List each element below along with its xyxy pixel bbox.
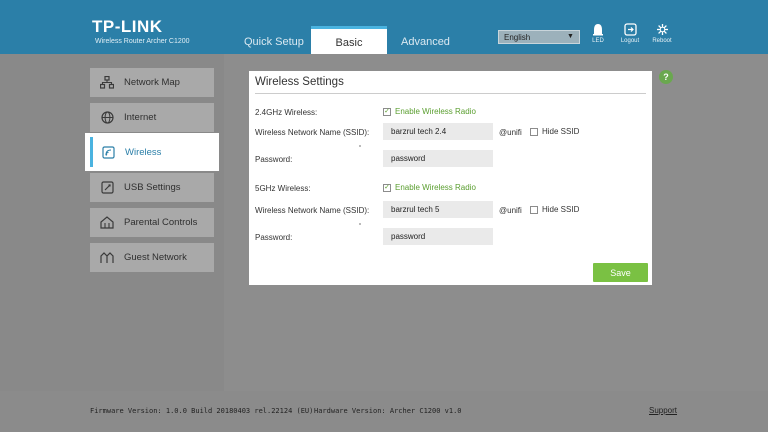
sidebar-item-label: Internet (124, 112, 157, 123)
sidebar-item-usb-settings[interactable]: USB Settings (90, 173, 214, 202)
active-indicator (90, 137, 93, 167)
support-link[interactable]: Support (649, 406, 677, 415)
globe-icon (100, 111, 114, 125)
network-map-icon (100, 76, 114, 90)
band5-ssid-input[interactable]: barzrul tech 5 (383, 201, 493, 218)
band24-password-label: Password: (255, 155, 293, 164)
sidebar-item-wireless[interactable]: Wireless (85, 133, 219, 171)
checkmark-icon: ✓ (383, 183, 391, 192)
separator-dot (359, 223, 361, 225)
checkbox-icon (530, 205, 538, 214)
tab-quick-setup[interactable]: Quick Setup (244, 36, 304, 48)
logout-label: Logout (620, 38, 640, 44)
checkmark-icon: ✓ (383, 107, 391, 116)
separator-dot (359, 145, 361, 147)
hardware-version: Hardware Version: Archer C1200 v1.0 (314, 407, 462, 415)
usb-icon (100, 181, 114, 195)
router-model: Wireless Router Archer C1200 (95, 38, 190, 45)
brand-logo: TP-LINK (92, 17, 163, 36)
sidebar-item-guest-network[interactable]: Guest Network (90, 243, 214, 272)
led-icon (583, 23, 613, 37)
band5-enable-checkbox[interactable]: ✓ Enable Wireless Radio (383, 183, 476, 192)
band5-password-input[interactable]: password (383, 228, 493, 245)
tab-advanced[interactable]: Advanced (401, 36, 450, 48)
reboot-button[interactable]: Reboot (647, 23, 677, 44)
sidebar-item-label: Parental Controls (124, 217, 198, 228)
top-header: TP-LINK Wireless Router Archer C1200 Qui… (0, 0, 768, 56)
sidebar-item-label: Network Map (124, 77, 180, 88)
band24-hide-ssid-label: Hide SSID (542, 127, 580, 136)
language-select[interactable]: English ▼ (498, 30, 580, 44)
help-icon[interactable]: ? (659, 70, 673, 84)
band5-ssid-label: Wireless Network Name (SSID): (255, 206, 370, 215)
band24-enable-checkbox[interactable]: ✓ Enable Wireless Radio (383, 107, 476, 116)
save-button[interactable]: Save (593, 263, 648, 282)
wireless-settings-panel: Wireless Settings 2.4GHz Wireless: ✓ Ena… (249, 71, 652, 285)
checkbox-icon (530, 127, 538, 136)
band24-password-input[interactable]: password (383, 150, 493, 167)
sidebar-item-label: Guest Network (124, 252, 187, 263)
band24-ssid-suffix: @unifi (499, 128, 522, 137)
sidebar-item-parental-controls[interactable]: Parental Controls (90, 208, 214, 237)
logout-icon (615, 23, 645, 37)
band5-ssid-suffix: @unifi (499, 206, 522, 215)
wireless-icon (101, 145, 115, 159)
parental-icon (100, 216, 114, 230)
title-divider (255, 93, 646, 94)
chevron-down-icon: ▼ (567, 33, 574, 40)
reboot-label: Reboot (652, 38, 672, 44)
band5-hide-ssid-label: Hide SSID (542, 205, 580, 214)
band5-hide-ssid-checkbox[interactable]: Hide SSID (530, 205, 579, 214)
sidebar-item-network-map[interactable]: Network Map (90, 68, 214, 97)
band5-password-label: Password: (255, 233, 293, 242)
band24-enable-label: Enable Wireless Radio (395, 107, 476, 116)
led-label: LED (592, 38, 604, 44)
band24-ssid-label: Wireless Network Name (SSID): (255, 128, 370, 137)
sidebar-item-label: Wireless (125, 146, 162, 158)
band24-ssid-input[interactable]: barzrul tech 2.4 (383, 123, 493, 140)
band5-label: 5GHz Wireless: (255, 184, 311, 193)
tab-basic[interactable]: Basic (311, 26, 387, 56)
band24-label: 2.4GHz Wireless: (255, 108, 318, 117)
firmware-version: Firmware Version: 1.0.0 Build 20180403 r… (90, 407, 314, 415)
reboot-icon (647, 23, 677, 37)
band5-enable-label: Enable Wireless Radio (395, 183, 476, 192)
language-value: English (504, 32, 531, 42)
footer: Firmware Version: 1.0.0 Build 20180403 r… (0, 391, 768, 432)
sidebar-item-label: USB Settings (124, 182, 181, 193)
band24-hide-ssid-checkbox[interactable]: Hide SSID (530, 127, 579, 136)
sidebar-item-internet[interactable]: Internet (90, 103, 214, 132)
led-button[interactable]: LED (583, 23, 613, 44)
logout-button[interactable]: Logout (615, 23, 645, 44)
panel-title: Wireless Settings (255, 76, 344, 88)
guest-icon (100, 251, 114, 265)
